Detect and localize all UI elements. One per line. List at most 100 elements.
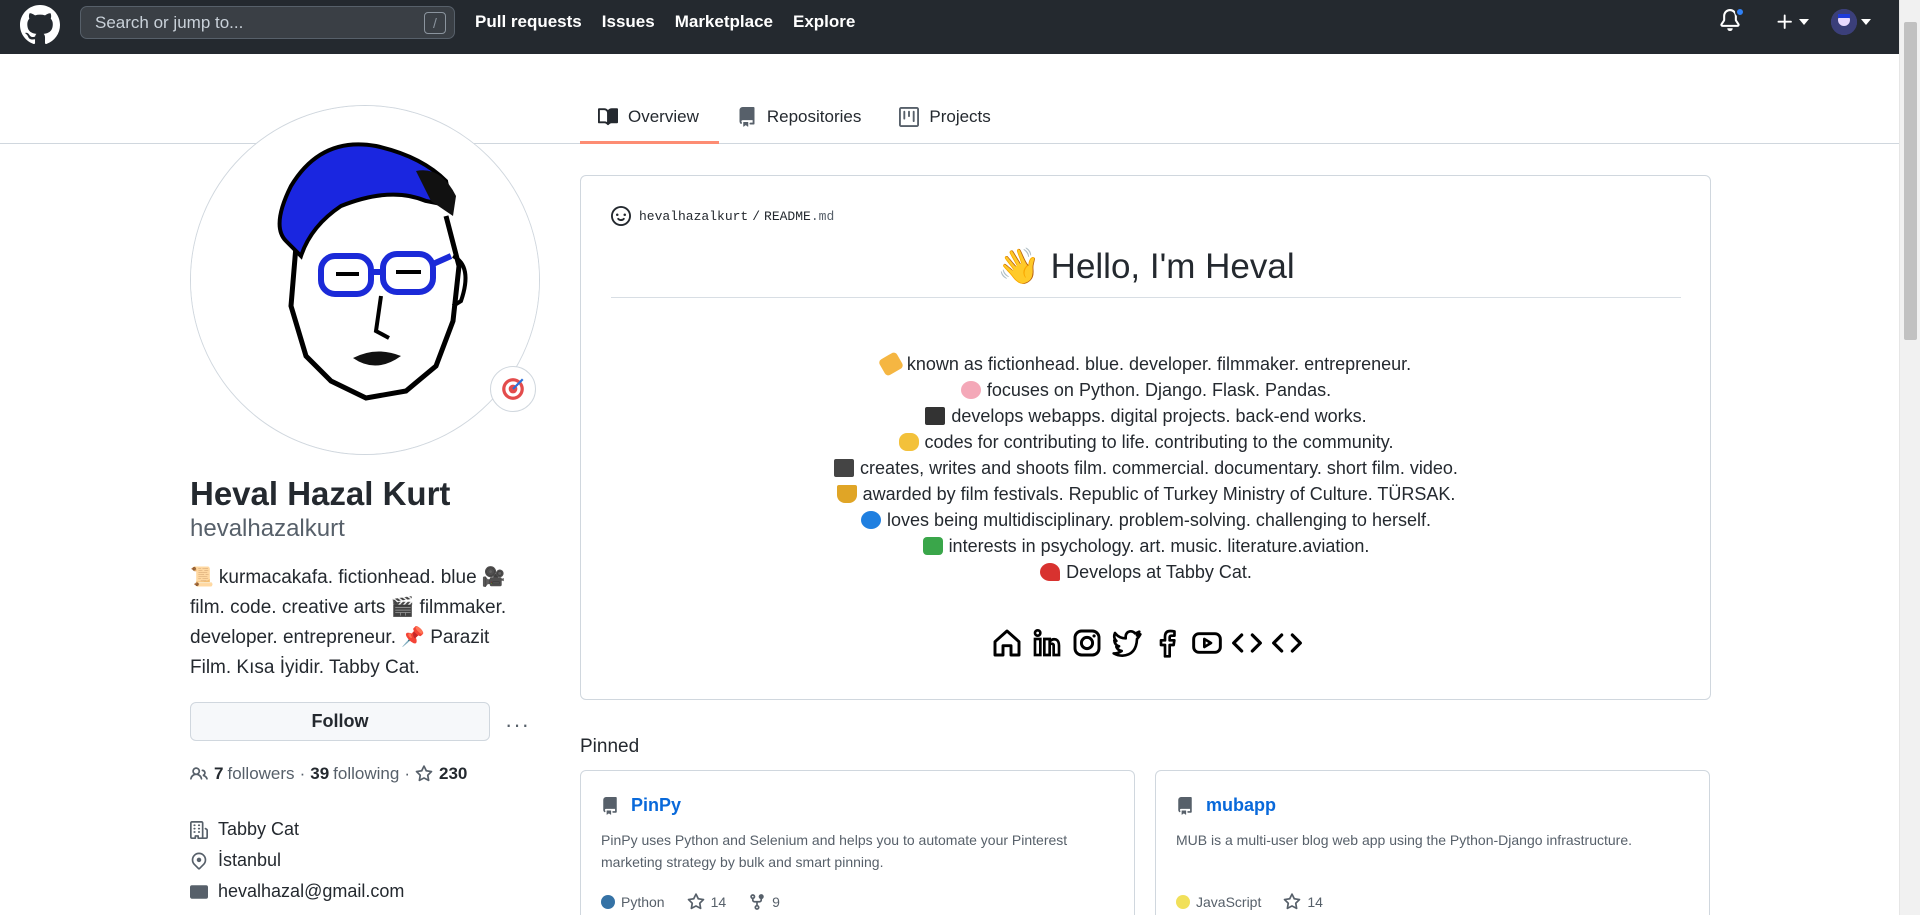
book-icon — [598, 108, 618, 126]
scrollbar-thumb[interactable] — [1904, 22, 1917, 340]
tab-projects[interactable]: Projects — [881, 90, 1010, 144]
location-text: İstanbul — [218, 850, 282, 870]
twitter-icon[interactable] — [1110, 626, 1144, 660]
readme-line: develops webapps. digital projects. back… — [611, 403, 1681, 429]
status-button[interactable] — [490, 366, 536, 412]
code-icon[interactable] — [1270, 626, 1304, 660]
readme-line: codes for contributing to life. contribu… — [611, 429, 1681, 455]
nav-pull-requests[interactable]: Pull requests — [475, 12, 582, 32]
chevron-down-icon — [1799, 19, 1809, 25]
readme-line-text: loves being multidisciplinary. problem-s… — [887, 510, 1431, 530]
people-icon — [190, 767, 208, 780]
repo-meta: Python 14 9 — [601, 893, 802, 911]
readme-heading: 👋 Hello, I'm Heval — [611, 246, 1681, 298]
stars-link[interactable]: 230 — [415, 764, 471, 784]
email-link: hevalhazal@gmail.com — [218, 881, 405, 901]
repo-meta: JavaScript 14 — [1176, 893, 1345, 911]
tab-repositories-label: Repositories — [766, 107, 862, 126]
instagram-icon[interactable] — [1070, 626, 1104, 660]
nav-marketplace[interactable]: Marketplace — [675, 12, 773, 32]
code-icon[interactable] — [1230, 626, 1264, 660]
user-menu-button[interactable] — [1831, 9, 1871, 35]
language-name: Python — [621, 894, 665, 910]
readme-file-link[interactable]: README.md — [764, 209, 834, 224]
email-row[interactable]: hevalhazal@gmail.com — [190, 876, 404, 907]
create-new-button[interactable] — [1775, 12, 1809, 32]
stars-count: 14 — [710, 894, 727, 910]
pixel-portrait-image — [191, 106, 539, 454]
readme-line: known as fictionhead. blue. developer. f… — [611, 351, 1681, 377]
blue-heart-emoji-icon — [861, 511, 882, 529]
chevron-down-icon — [1861, 19, 1871, 25]
facebook-icon[interactable] — [1150, 626, 1184, 660]
global-nav: Pull requests Issues Marketplace Explore — [475, 0, 875, 44]
profile-details: Tabby Cat İstanbul hevalhazal@gmail.com — [190, 814, 404, 907]
tab-overview-label: Overview — [628, 107, 699, 126]
followers-link[interactable]: 7 followers — [214, 764, 295, 784]
location-row: İstanbul — [190, 845, 404, 876]
linkedin-icon[interactable] — [1030, 626, 1064, 660]
repo-icon — [1178, 796, 1192, 815]
following-count: 39 — [310, 764, 330, 783]
github-logo-icon[interactable] — [20, 5, 60, 45]
computer-emoji-icon — [925, 407, 946, 425]
readme-line-text: codes for contributing to life. contribu… — [924, 432, 1394, 452]
repo-name-link[interactable]: mubapp — [1206, 795, 1276, 816]
profile-tabs: Overview Repositories Projects — [580, 90, 1011, 144]
tab-overview[interactable]: Overview — [580, 90, 719, 144]
search-input[interactable]: Search or jump to... / — [80, 6, 455, 39]
profile-readme-card: hevalhazalkurt / README.md 👋 Hello, I'm … — [580, 175, 1711, 700]
fork-icon — [750, 894, 764, 910]
following-link[interactable]: 39 following — [310, 764, 399, 784]
readme-extension: .md — [810, 208, 835, 224]
notifications-button[interactable] — [1719, 7, 1745, 35]
repo-language: Python — [601, 894, 665, 910]
home-icon[interactable] — [990, 626, 1024, 660]
plus-icon — [1777, 14, 1792, 29]
star-icon — [1284, 893, 1301, 910]
star-icon — [415, 765, 433, 782]
language-color-dot — [601, 895, 615, 909]
company-row: Tabby Cat — [190, 814, 404, 845]
repo-stars-link[interactable]: 14 — [1283, 893, 1323, 911]
stars-count: 14 — [1307, 894, 1323, 910]
readme-header: hevalhazalkurt / README.md — [611, 206, 834, 226]
profile-bio: 📜 kurmacakafa. fictionhead. blue 🎥 film.… — [190, 563, 540, 683]
readme-line-text: awarded by film festivals. Republic of T… — [862, 484, 1456, 504]
nav-explore[interactable]: Explore — [793, 12, 855, 32]
readme-filename: README — [764, 208, 811, 224]
search-placeholder: Search or jump to... — [95, 12, 244, 32]
followers-label: followers — [227, 764, 295, 783]
repo-name-link[interactable]: PinPy — [631, 795, 681, 816]
puzzle-piece-emoji-icon — [922, 537, 943, 555]
organization-icon — [190, 820, 208, 839]
tab-projects-label: Projects — [929, 107, 991, 126]
tab-repositories[interactable]: Repositories — [719, 90, 882, 144]
repo-stars-link[interactable]: 14 — [687, 893, 727, 911]
readme-line: awarded by film festivals. Republic of T… — [611, 481, 1681, 507]
repo-icon — [739, 107, 755, 127]
profile-avatar[interactable] — [190, 105, 540, 455]
followers-count: 7 — [214, 764, 224, 783]
pinned-repo-card: PinPy PinPy uses Python and Selenium and… — [580, 770, 1135, 915]
trophy-emoji-icon — [836, 485, 857, 503]
flexed-biceps-emoji-icon — [898, 433, 919, 451]
pinned-repo-card: mubapp MUB is a multi-user blog web app … — [1155, 770, 1710, 915]
pushpin-emoji-icon — [1040, 563, 1061, 581]
profile-name: Heval Hazal Kurt — [190, 475, 451, 512]
avatar — [1831, 9, 1857, 35]
follow-button[interactable]: Follow — [190, 702, 490, 741]
readme-owner-link[interactable]: hevalhazalkurt — [639, 209, 748, 224]
readme-line-text: creates, writes and shoots film. commerc… — [860, 458, 1458, 478]
page-scrollbar[interactable] — [1899, 0, 1920, 915]
repo-icon — [603, 796, 617, 815]
youtube-icon[interactable] — [1190, 626, 1224, 660]
nav-issues[interactable]: Issues — [602, 12, 655, 32]
readme-line-text: interests in psychology. art. music. lit… — [948, 536, 1370, 556]
repo-forks-link[interactable]: 9 — [748, 893, 780, 911]
follow-stats: 7 followers · 39 following · 230 — [190, 764, 471, 784]
language-color-dot — [1176, 895, 1190, 909]
more-options-icon[interactable]: ··· — [505, 712, 530, 738]
repo-title: PinPy — [601, 795, 681, 816]
project-icon — [899, 107, 920, 127]
